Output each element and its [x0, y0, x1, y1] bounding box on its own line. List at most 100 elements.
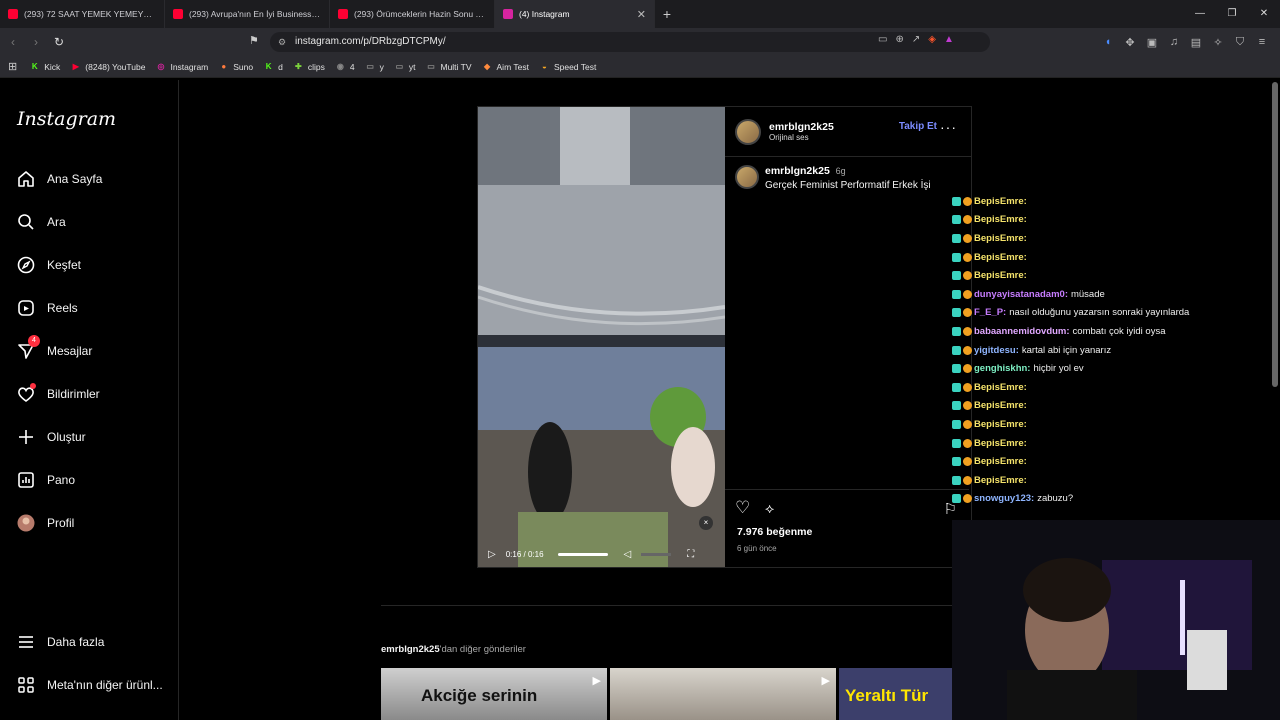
sidebar-item-search[interactable]: Ara: [16, 212, 66, 232]
bookmark-item[interactable]: K Kick: [29, 61, 60, 72]
chat-message: genghiskhn: hiçbir yol ev: [952, 359, 1272, 378]
apps-icon[interactable]: ⊞: [8, 60, 17, 73]
bookmark-item[interactable]: ✚ clips: [293, 61, 325, 72]
bookmark-item[interactable]: Kd: [263, 61, 283, 72]
sidebar-item-home[interactable]: Ana Sayfa: [16, 169, 102, 189]
caption-username[interactable]: emrblgn2k25: [765, 165, 830, 177]
volume-slider[interactable]: [641, 552, 672, 556]
brave-shield-icon[interactable]: ◈: [928, 34, 936, 45]
follow-button[interactable]: Takip Et: [899, 121, 937, 132]
chat-username: BepisEmre:: [974, 456, 1027, 468]
brave-rewards-icon[interactable]: ▲: [944, 34, 954, 45]
sidebar-bottom-item[interactable]: Meta'nın diğer ürünl...: [16, 675, 163, 695]
share-icon[interactable]: ⟡: [765, 500, 774, 517]
bookmark-item[interactable]: ◉ 4: [335, 61, 355, 72]
minimize-icon[interactable]: —: [1184, 0, 1216, 28]
video-progress-bar[interactable]: [557, 552, 608, 556]
chat-username: snowguy123:: [974, 493, 1035, 505]
like-heart-icon[interactable]: ♡: [735, 498, 750, 518]
reload-icon[interactable]: ↻: [49, 35, 69, 49]
messenger-icon: 4: [16, 335, 40, 361]
sidebar-item-heart[interactable]: Bildirimler: [16, 383, 100, 404]
bookmark-item[interactable]: ▭ yt: [394, 61, 416, 72]
page-scrollbar[interactable]: [1272, 82, 1278, 387]
chat-badge-icon: [952, 233, 961, 243]
bookmark-label: Suno: [233, 61, 254, 72]
author-username[interactable]: emrblgn2k25: [769, 121, 834, 133]
author-avatar[interactable]: [735, 118, 761, 145]
bookmark-item[interactable]: ▭ Multi TV: [425, 61, 471, 72]
chat-badge-icon: [952, 308, 961, 318]
reel-icon: ▶: [821, 675, 830, 687]
sidebar-bottom-item[interactable]: Daha fazla: [16, 632, 104, 652]
more-post-thumb[interactable]: Yeraltı Tür: [839, 668, 953, 720]
tab-favicon: [8, 9, 18, 19]
bookmark-icon: ✚: [295, 62, 302, 71]
wallet-icon[interactable]: ▤: [1188, 36, 1204, 49]
leo-icon[interactable]: ✧: [1210, 36, 1226, 49]
close-tab-icon[interactable]: ✕: [637, 8, 646, 21]
cast-icon[interactable]: ▭: [878, 34, 887, 45]
bookmark-item[interactable]: ▭ y: [365, 61, 384, 72]
browser-tab[interactable]: (293) Avrupa'nın En İyi Business Class: [165, 0, 330, 28]
vpn-icon[interactable]: ⛉: [1232, 36, 1248, 49]
caption-avatar[interactable]: [735, 165, 759, 189]
play-icon[interactable]: ▷: [488, 549, 496, 560]
sidebar-icon[interactable]: ▣: [1144, 36, 1160, 49]
browser-tab[interactable]: (4) Instagram ✕: [495, 0, 655, 28]
bookmark-item[interactable]: ▶ (8248) YouTube: [70, 61, 146, 72]
music-icon[interactable]: ♫: [1166, 36, 1182, 48]
notification-dot: [30, 383, 36, 389]
restore-icon[interactable]: ❐: [1216, 0, 1248, 28]
back-icon[interactable]: ‹: [3, 35, 23, 49]
post-video[interactable]: ▷ 0:16 / 0:16 ◁ ⛶ ×: [478, 107, 725, 567]
like-count[interactable]: 7.976 beğenme: [737, 526, 812, 538]
bookmark-item[interactable]: ◎ Instagram: [155, 61, 208, 72]
chat-message: BepisEmre:: [952, 471, 1272, 490]
more-post-thumb[interactable]: ▶: [610, 668, 836, 720]
bookmark-icon: ◒: [542, 62, 547, 71]
audio-icon[interactable]: ◖: [1100, 36, 1116, 48]
volume-icon[interactable]: ◁: [624, 549, 632, 560]
audio-label[interactable]: Orijinal ses: [769, 133, 834, 142]
browser-tab[interactable]: (293) 72 SAAT YEMEK YEMEYEN ADA: [0, 0, 165, 28]
extensions-icon[interactable]: ✥: [1122, 36, 1138, 49]
close-window-icon[interactable]: ✕: [1248, 0, 1280, 28]
chat-message: BepisEmre:: [952, 397, 1272, 416]
new-tab-button[interactable]: +: [655, 6, 679, 22]
chat-message: dunyayisatanadam0: müsade: [952, 285, 1272, 304]
more-options-icon[interactable]: ···: [940, 119, 957, 135]
window-controls: — ❐ ✕: [1184, 0, 1280, 28]
more-post-thumb[interactable]: Akciğe serinin ▶: [381, 668, 607, 720]
sidebar-item-reels[interactable]: Reels: [16, 298, 78, 318]
bookmarks-bar: ⊞ K Kick ▶ (8248) YouTube ◎ Instagram ● Suno Kd ✚…: [0, 56, 1280, 78]
bookmark-icon: ◉: [336, 62, 344, 71]
post-details: emrblgn2k25 Orijinal ses Takip Et ··· em…: [725, 107, 971, 567]
bookmark-icon: ▶: [72, 62, 79, 71]
bookmark-label: (8248) YouTube: [85, 61, 146, 72]
bookmark-page-icon[interactable]: ⚑: [249, 34, 259, 47]
fullscreen-icon[interactable]: ⛶: [687, 549, 694, 560]
bookmark-icon: ▭: [427, 62, 435, 71]
zoom-icon[interactable]: ⊕: [895, 34, 903, 45]
sidebar-item-plus[interactable]: Oluştur: [16, 427, 86, 447]
site-info-icon[interactable]: ⚙: [278, 32, 286, 52]
instagram-logo[interactable]: Instagram: [17, 108, 116, 130]
sidebar-item-dashboard[interactable]: Pano: [16, 470, 75, 490]
share-icon[interactable]: ↗: [912, 34, 920, 45]
chat-badge-icon: [963, 401, 972, 411]
sidebar-item-compass[interactable]: Keşfet: [16, 255, 81, 275]
sidebar-item-messenger[interactable]: 4 Mesajlar: [16, 335, 92, 361]
forward-icon[interactable]: ›: [26, 35, 46, 49]
bookmark-item[interactable]: ◒ Speed Test: [539, 61, 596, 72]
avatar: [16, 513, 36, 533]
sidebar-item-avatar[interactable]: Profil: [16, 513, 74, 533]
bookmark-item[interactable]: ● Suno: [218, 61, 253, 72]
stream-chat-overlay: BepisEmre: BepisEmre: BepisEmre: BepisEmre:…: [952, 192, 1272, 508]
chat-text: zabuzu?: [1037, 493, 1074, 505]
more-posts-user[interactable]: emrblgn2k25: [381, 644, 440, 655]
browser-tab[interactable]: (293) Örümceklerin Hazin Sonu | Spi: [330, 0, 495, 28]
mute-icon[interactable]: ×: [699, 516, 713, 530]
bookmark-item[interactable]: ◆ Aim Test: [482, 61, 529, 72]
menu-icon[interactable]: ≡: [1254, 36, 1270, 48]
